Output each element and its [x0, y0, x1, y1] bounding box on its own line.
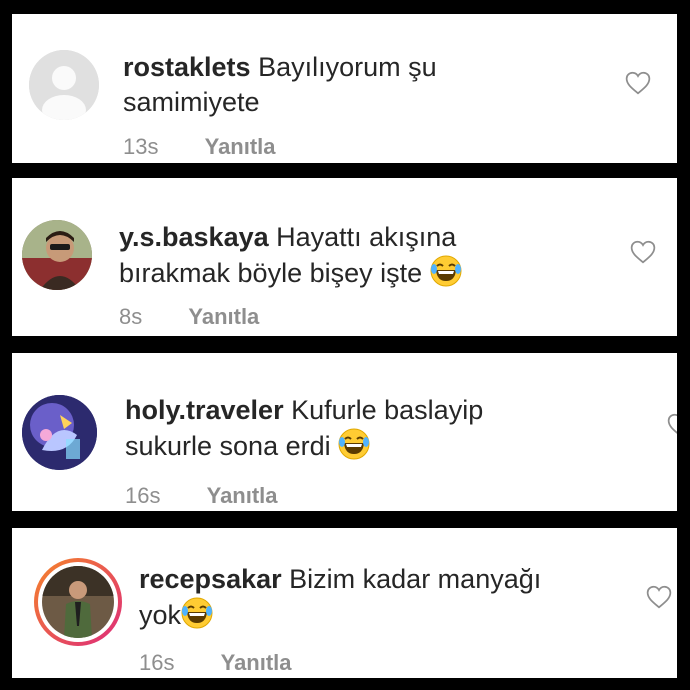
- reply-button[interactable]: Yanıtla: [221, 650, 292, 675]
- comment-text: recepsakar Bizim kadar manyağı yok: [139, 562, 609, 633]
- comment-meta: 16s Yanıtla: [139, 650, 292, 676]
- laughing-tears-emoji-icon: [181, 597, 213, 629]
- comment-card-1: rostaklets Bayılıyorum şu samimiyete 13s…: [12, 14, 677, 163]
- comment-meta: 8s Yanıtla: [119, 304, 259, 330]
- comment-line-1: Kufurle baslayip: [291, 395, 484, 425]
- timestamp: 16s: [125, 483, 161, 508]
- comment-line-1: Bayılıyorum şu: [258, 52, 437, 82]
- reply-button[interactable]: Yanıtla: [188, 304, 259, 329]
- username[interactable]: recepsakar: [139, 564, 282, 594]
- comment-line-2: bırakmak böyle bişey işte: [119, 258, 423, 288]
- username[interactable]: rostaklets: [123, 52, 251, 82]
- timestamp: 16s: [139, 650, 175, 675]
- heart-outline-icon[interactable]: [625, 71, 651, 95]
- timestamp: 13s: [123, 134, 159, 159]
- comment-line-2: samimiyete: [123, 87, 260, 117]
- laughing-tears-emoji-icon: [338, 428, 370, 460]
- comment-card-2: y.s.baskaya Hayattı akışına bırakmak böy…: [12, 178, 677, 336]
- heart-outline-icon[interactable]: [630, 240, 656, 264]
- reply-button[interactable]: Yanıtla: [205, 134, 276, 159]
- comment-line-1: Hayattı akışına: [276, 222, 457, 252]
- heart-outline-icon[interactable]: [646, 585, 672, 609]
- story-ring-avatar[interactable]: [34, 558, 122, 646]
- timestamp: 8s: [119, 304, 143, 329]
- heart-outline-icon[interactable]: [667, 413, 677, 437]
- comment-text: y.s.baskaya Hayattı akışına bırakmak böy…: [119, 220, 599, 291]
- avatar[interactable]: [22, 395, 97, 470]
- comment-line-2: sukurle sona erdi: [125, 431, 331, 461]
- username[interactable]: y.s.baskaya: [119, 222, 269, 252]
- comment-card-3: holy.traveler Kufurle baslayip sukurle s…: [12, 353, 677, 511]
- profile-photo: [22, 220, 92, 290]
- user-silhouette-icon: [29, 50, 99, 120]
- laughing-tears-emoji-icon: [430, 255, 462, 287]
- profile-photo: [42, 566, 114, 638]
- comment-card-4: recepsakar Bizim kadar manyağı yok 16s Y…: [12, 528, 677, 678]
- default-avatar[interactable]: [29, 50, 99, 120]
- reply-button[interactable]: Yanıtla: [207, 483, 278, 508]
- comment-meta: 13s Yanıtla: [123, 134, 276, 160]
- comment-line-2: yok: [139, 600, 182, 630]
- comment-text: rostaklets Bayılıyorum şu samimiyete: [123, 50, 593, 120]
- comment-text: holy.traveler Kufurle baslayip sukurle s…: [125, 393, 605, 464]
- username[interactable]: holy.traveler: [125, 395, 284, 425]
- comment-meta: 16s Yanıtla: [125, 483, 278, 509]
- profile-photo: [22, 395, 97, 470]
- avatar[interactable]: [22, 220, 92, 290]
- comment-line-1: Bizim kadar manyağı: [289, 564, 542, 594]
